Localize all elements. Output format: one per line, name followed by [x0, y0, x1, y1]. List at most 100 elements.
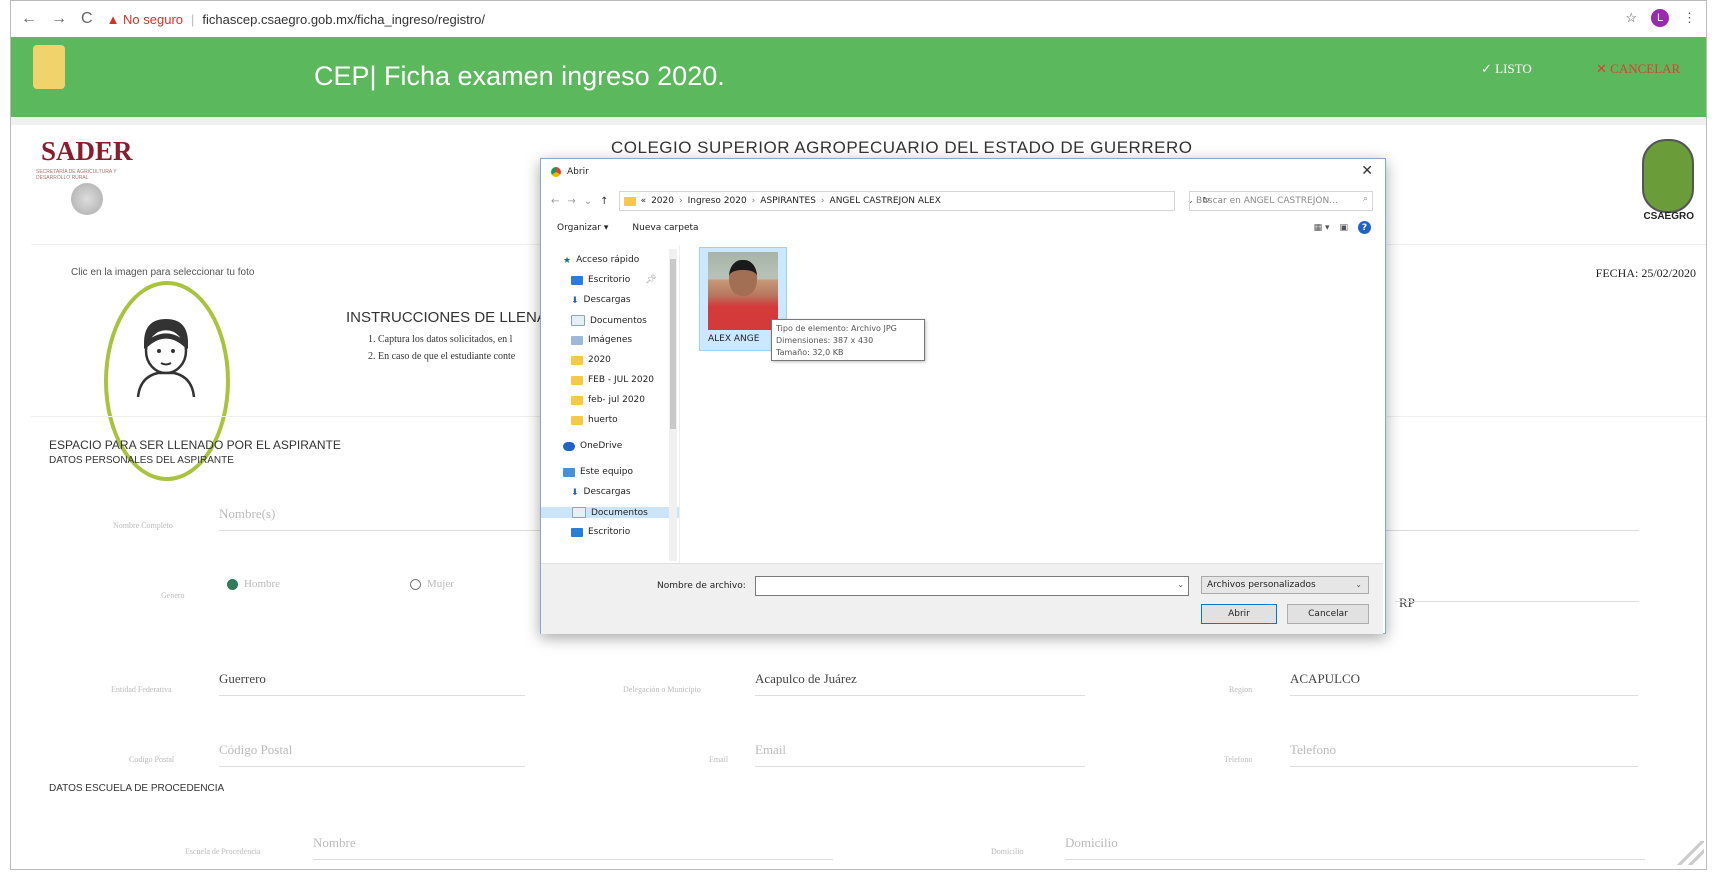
file-type-select[interactable]: Archivos personalizados ⌄ [1201, 576, 1369, 594]
file-open-dialog: Abrir ✕ ← → ⌄ ↑ « 2020 › Ingreso 2020 › … [540, 158, 1386, 634]
cancel-button[interactable]: Cancelar [1287, 604, 1369, 624]
nav-item-escritorio[interactable]: Escritorio 📌︎ [571, 275, 657, 285]
nav-item-2020[interactable]: 2020 [571, 355, 611, 365]
organize-button[interactable]: Organizar ▾ [557, 223, 608, 233]
radio-selected-icon [227, 578, 238, 590]
bookmark-star-icon[interactable]: ☆ [1625, 10, 1637, 26]
mujer-label: Mujer [427, 578, 454, 590]
nav-item-descargas-2[interactable]: ⬇ Descargas [571, 487, 631, 498]
domicilio-label: Domicilio [991, 847, 1024, 856]
desktop-icon [571, 527, 583, 537]
app-header: CEP| Ficha examen ingreso 2020. ✓ LISTO … [11, 37, 1706, 117]
region-input[interactable]: ACAPULCO [1290, 671, 1638, 696]
menu-icon[interactable]: ⋮ [1683, 10, 1696, 26]
csaegro-label: CSAEGRO [1643, 211, 1694, 222]
nav-item-feb-jul-2020[interactable]: FEB - JUL 2020 [571, 375, 654, 385]
chevron-right-icon: › [820, 196, 825, 206]
nav-item-escritorio-2[interactable]: Escritorio [571, 527, 630, 537]
search-input[interactable]: Buscar en ANGEL CASTREJON... ⌕ [1189, 191, 1373, 211]
breadcrumb-item[interactable]: ANGEL CASTREJON ALEX [830, 196, 941, 206]
tooltip-type: Tipo de elemento: Archivo JPG [776, 324, 897, 333]
hombre-radio[interactable]: Hombre [227, 578, 280, 590]
url-separator: | [191, 11, 195, 27]
listo-label: LISTO [1495, 61, 1532, 76]
help-icon[interactable]: ? [1358, 221, 1371, 234]
documents-icon [571, 315, 585, 326]
nav-item-imagenes[interactable]: Imágenes [571, 335, 632, 345]
listo-button[interactable]: ✓ LISTO [1481, 61, 1532, 77]
nav-item-huerto[interactable]: huerto [571, 415, 618, 425]
nav-label: Escritorio [588, 275, 631, 285]
entidad-input[interactable]: Guerrero [219, 671, 525, 696]
breadcrumb-item[interactable]: Ingreso 2020 [688, 196, 747, 206]
dialog-toolbar: Organizar ▾ Nueva carpeta [557, 223, 699, 233]
nav-label: Acceso rápido [576, 255, 640, 265]
chrome-icon [551, 167, 561, 177]
breadcrumb-item[interactable]: 2020 [651, 196, 674, 206]
header-shadow [11, 117, 1706, 125]
nav-item-documentos-2[interactable]: Documentos [541, 507, 679, 518]
address-bar[interactable]: fichascep.csaegro.gob.mx/ficha_ingreso/r… [202, 12, 485, 27]
mujer-radio[interactable]: Mujer [410, 578, 454, 590]
breadcrumb-item[interactable]: ASPIRANTES [760, 196, 816, 206]
nav-item-este-equipo[interactable]: Este equipo [563, 467, 633, 477]
up-icon[interactable]: ↑ [600, 196, 608, 207]
recent-dropdown-icon[interactable]: ⌄ [584, 196, 592, 207]
escuela-input[interactable]: Nombre [313, 835, 833, 860]
section-subheading: DATOS PERSONALES DEL ASPIRANTE [49, 455, 234, 466]
section-heading: ESPACIO PARA SER LLENADO POR EL ASPIRANT… [49, 438, 341, 452]
chevron-down-icon[interactable]: ⌄ [1177, 580, 1184, 589]
scrollbar-thumb[interactable] [670, 259, 676, 429]
delegacion-input[interactable]: Acapulco de Juárez [755, 671, 1085, 696]
email-input[interactable]: Email [755, 742, 1085, 767]
entidad-label: Entidad Federativa [111, 685, 172, 694]
new-folder-button[interactable]: Nueva carpeta [632, 223, 698, 233]
nav-label: Imágenes [588, 335, 633, 345]
page-title: CEP| Ficha examen ingreso 2020. [314, 61, 725, 91]
region-label: Region [1229, 685, 1253, 694]
open-button[interactable]: Abrir [1201, 604, 1277, 624]
photo-face [729, 260, 757, 296]
profile-avatar[interactable]: L [1651, 9, 1669, 27]
search-icon: ⌕ [1362, 194, 1368, 204]
photo-hint: Clic en la imagen para seleccionar tu fo… [71, 267, 255, 278]
nav-item-descargas[interactable]: ⬇ Descargas [571, 295, 631, 306]
breadcrumb[interactable]: « 2020 › Ingreso 2020 › ASPIRANTES › ANG… [618, 191, 1175, 211]
instruction-1: 1. Captura los datos solicitados, en l [368, 334, 513, 345]
nombre-label: Nombre Completo [113, 521, 173, 530]
user-photo-placeholder-icon[interactable] [136, 313, 196, 397]
nav-label: Documentos [590, 315, 647, 326]
nav-label: Escritorio [588, 527, 631, 537]
nav-scrollbar[interactable] [669, 249, 677, 561]
breadcrumb-overflow[interactable]: « [641, 196, 647, 206]
forward-icon[interactable]: → [567, 196, 575, 207]
tooltip-dimensions: Dimensiones: 387 x 430 [776, 336, 874, 345]
preview-pane-icon[interactable]: ▣ [1339, 223, 1348, 233]
cancelar-button[interactable]: ✕ CANCELAR [1596, 61, 1680, 77]
folder-icon [571, 395, 583, 405]
nav-item-quick-access[interactable]: ★ Acceso rápido [563, 255, 640, 266]
back-icon[interactable]: ← [551, 196, 559, 207]
telefono-input[interactable]: Telefono [1290, 742, 1638, 767]
download-icon: ⬇ [571, 487, 579, 498]
dialog-title: Abrir [567, 167, 589, 177]
folder-icon [623, 196, 636, 206]
domicilio-input[interactable]: Domicilio [1065, 835, 1645, 860]
cancelar-label: CANCELAR [1610, 61, 1681, 76]
curp-underline [1395, 601, 1639, 602]
cp-input[interactable]: Código Postal [219, 742, 525, 767]
close-icon[interactable]: ✕ [1361, 163, 1373, 179]
chevron-right-icon: › [678, 196, 683, 206]
nav-item-onedrive[interactable]: OneDrive [563, 441, 622, 451]
view-options-icon[interactable]: ▦ ▾ [1314, 223, 1330, 233]
back-icon[interactable]: ← [21, 10, 37, 28]
cloud-icon [563, 441, 575, 451]
telefono-label: Telefono [1224, 755, 1253, 764]
nav-item-documentos[interactable]: Documentos [571, 315, 647, 326]
forward-icon[interactable]: → [51, 10, 67, 28]
resize-grip-icon[interactable] [1674, 841, 1704, 865]
reload-icon[interactable]: C [81, 10, 93, 28]
filename-input[interactable]: ⌄ [755, 576, 1189, 596]
nav-item-feb-jul[interactable]: feb- jul 2020 [571, 395, 645, 405]
not-secure-warning[interactable]: ▲ No seguro [107, 12, 183, 27]
